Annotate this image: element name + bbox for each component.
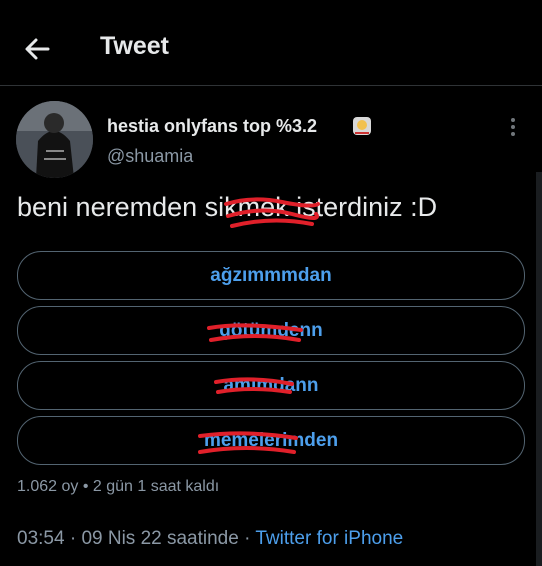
arrow-left-icon[interactable]: [22, 33, 54, 65]
poll-option-2[interactable]: götümdenn: [17, 306, 525, 355]
poll-option-3[interactable]: amımdann: [17, 361, 525, 410]
pouting-face-emoji-icon: [353, 117, 371, 135]
user-handle[interactable]: @shuamia: [107, 146, 193, 167]
source-link[interactable]: Twitter for iPhone: [255, 528, 403, 549]
poll-option-label: memelerimden: [203, 430, 339, 451]
top-bar: Tweet: [0, 0, 542, 86]
avatar[interactable]: [16, 101, 93, 178]
poll-option-label: amımdann: [223, 375, 319, 396]
poll-meta: 1.062 oy • 2 gün 1 saat kaldı: [17, 478, 220, 495]
poll-option-label: ağzımmmdan: [210, 265, 332, 286]
poll-option-label: götümdenn: [219, 320, 323, 341]
tweet-text: beni neremden sikmek isterdiniz :D: [17, 192, 438, 222]
scrollbar[interactable]: [536, 172, 542, 566]
separator: ·: [244, 528, 251, 549]
poll-option-1[interactable]: ağzımmmdan: [17, 251, 525, 300]
separator: ·: [69, 528, 77, 549]
tweet-time[interactable]: 03:54: [17, 528, 65, 549]
poll-option-4[interactable]: memelerimden: [17, 416, 525, 465]
more-vertical-icon[interactable]: [503, 116, 523, 138]
timestamp-row: 03:54 · 09 Nis 22 saatinde · Twitter for…: [17, 528, 403, 550]
page-title: Tweet: [100, 32, 169, 60]
tweet-date[interactable]: 09 Nis 22 saatinde: [81, 528, 238, 549]
display-name[interactable]: hestia onlyfans top %3.2: [107, 116, 317, 137]
